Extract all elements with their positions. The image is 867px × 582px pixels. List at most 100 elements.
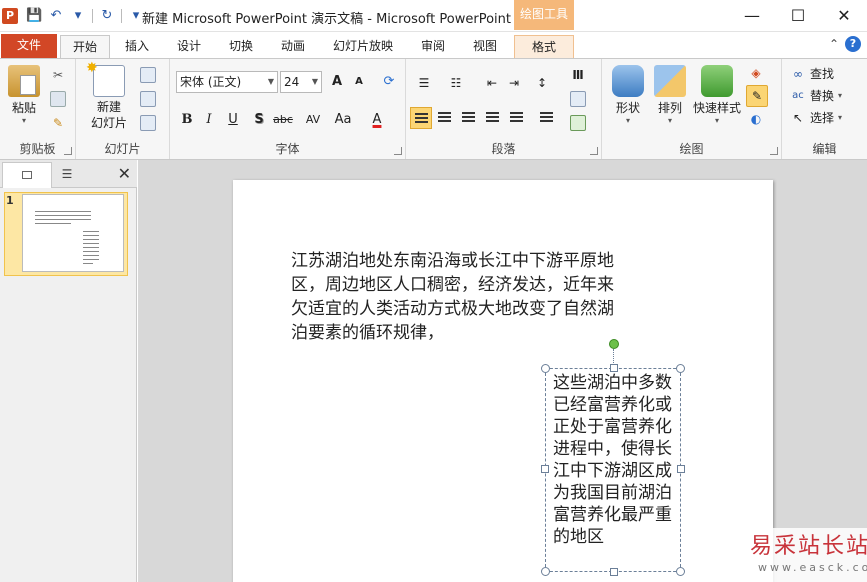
slide-thumbnail[interactable]: [22, 194, 124, 272]
resize-handle-right[interactable]: [677, 465, 685, 473]
rotation-handle[interactable]: [609, 339, 619, 349]
quick-styles-label: 快速样式: [692, 101, 741, 115]
shadow-button[interactable]: S: [248, 109, 270, 131]
text-direction-icon[interactable]: Ⅲ: [570, 67, 586, 83]
save-icon[interactable]: 💾: [26, 8, 42, 24]
tab-home[interactable]: 开始: [60, 35, 110, 58]
replace-label: 替换: [810, 89, 835, 103]
undo-icon[interactable]: ↶: [48, 8, 64, 24]
resize-handle-bottom-right[interactable]: [676, 567, 685, 576]
clipboard-launcher-icon[interactable]: [64, 147, 72, 155]
grow-font-button[interactable]: A: [326, 71, 348, 93]
maximize-button[interactable]: ☐: [775, 0, 821, 32]
resize-handle-top-left[interactable]: [541, 364, 550, 373]
shapes-dropdown-icon: ▾: [625, 116, 630, 125]
replace-button[interactable]: ac 替换 ▾: [790, 87, 842, 104]
section-icon[interactable]: [140, 115, 156, 131]
strikethrough-button[interactable]: abc: [270, 109, 296, 131]
divider: [121, 9, 122, 23]
thumbnail-text-line: [83, 255, 99, 256]
shape-fill-icon[interactable]: ◈: [748, 65, 764, 81]
find-button[interactable]: ∞ 查找: [790, 65, 834, 82]
decrease-indent-icon[interactable]: ⇤: [484, 75, 500, 91]
chevron-down-icon: ▼: [267, 77, 274, 86]
slides-tab-icon: [22, 171, 32, 179]
chevron-down-icon: ▾: [838, 91, 843, 100]
resize-handle-bottom-left[interactable]: [541, 567, 550, 576]
tab-animations[interactable]: 动画: [270, 35, 316, 58]
tab-transitions[interactable]: 切换: [218, 35, 264, 58]
tab-design[interactable]: 设计: [166, 35, 212, 58]
paste-dropdown-icon: ▾: [21, 116, 26, 125]
reset-icon[interactable]: [140, 91, 156, 107]
undo-dropdown-icon[interactable]: ▾: [70, 8, 86, 24]
shrink-font-button[interactable]: A: [348, 71, 370, 93]
shapes-icon: [612, 65, 644, 97]
line-spacing-icon[interactable]: ↕: [534, 75, 550, 91]
editing-group: ∞ 查找 ac 替换 ▾ ↖ 选择 ▾ 编辑: [782, 59, 867, 159]
close-button[interactable]: ✕: [821, 0, 867, 32]
redo-icon[interactable]: ↻: [99, 8, 115, 24]
resize-handle-top-right[interactable]: [676, 364, 685, 373]
arrange-button[interactable]: 排列 ▾: [650, 65, 690, 125]
align-center-button[interactable]: [434, 107, 456, 129]
tab-view[interactable]: 视图: [462, 35, 508, 58]
align-right-button[interactable]: [458, 107, 480, 129]
resize-handle-bottom[interactable]: [610, 568, 618, 576]
distributed-button[interactable]: [506, 107, 528, 129]
change-case-button[interactable]: Aa: [330, 109, 356, 131]
char-spacing-button[interactable]: AV: [300, 109, 326, 131]
italic-button[interactable]: I: [198, 109, 220, 131]
help-icon[interactable]: ?: [845, 36, 861, 52]
main-paragraph[interactable]: 江苏湖泊地处东南沿海或长江中下游平原地区，周边地区人口稠密，经济发达，近年来欠适…: [291, 249, 621, 345]
copy-icon[interactable]: [50, 91, 66, 107]
font-name-select[interactable]: 宋体 (正文) ▼: [176, 71, 278, 93]
close-pane-icon[interactable]: ✕: [118, 164, 131, 183]
paste-button[interactable]: 粘贴 ▾: [6, 65, 42, 125]
font-launcher-icon[interactable]: [394, 147, 402, 155]
chevron-down-icon: ▾: [838, 113, 843, 122]
select-button[interactable]: ↖ 选择 ▾: [790, 109, 842, 126]
selected-textbox[interactable]: 这些湖泊中多数已经富营养化或正处于富营养化进程中，使得长江中下游湖区成为我国目前…: [541, 339, 685, 576]
layout-icon[interactable]: [140, 67, 156, 83]
cut-icon[interactable]: ✂: [50, 67, 66, 83]
powerpoint-app-icon[interactable]: P: [2, 8, 18, 24]
increase-indent-icon[interactable]: ⇥: [506, 75, 522, 91]
smartart-icon[interactable]: [570, 115, 586, 131]
new-slide-button[interactable]: ✸ 新建 幻灯片: [84, 60, 134, 131]
textbox-paragraph[interactable]: 这些湖泊中多数已经富营养化或正处于富营养化进程中，使得长江中下游湖区成为我国目前…: [553, 372, 681, 548]
quick-styles-button[interactable]: 快速样式 ▾: [690, 65, 744, 125]
thumbnail-text-line: [83, 239, 99, 240]
shape-outline-icon[interactable]: ✎: [746, 85, 768, 107]
resize-handle-top[interactable]: [610, 364, 618, 372]
bullets-icon[interactable]: ☰: [416, 75, 432, 91]
tab-review[interactable]: 审阅: [410, 35, 456, 58]
columns-button[interactable]: [536, 107, 558, 129]
tab-outline[interactable]: ☰: [56, 164, 78, 184]
tab-slideshow[interactable]: 幻灯片放映: [326, 35, 400, 58]
shape-effects-icon[interactable]: ◐: [748, 111, 764, 127]
paragraph-launcher-icon[interactable]: [590, 147, 598, 155]
clear-format-icon[interactable]: ⟳: [378, 71, 400, 93]
drawing-launcher-icon[interactable]: [770, 147, 778, 155]
collapse-ribbon-icon[interactable]: ⌃: [829, 37, 839, 51]
format-painter-icon[interactable]: ✎: [50, 115, 66, 131]
align-text-icon[interactable]: [570, 91, 586, 107]
tab-insert[interactable]: 插入: [114, 35, 160, 58]
tab-file[interactable]: 文件: [1, 34, 57, 58]
shapes-button[interactable]: 形状 ▾: [608, 65, 648, 125]
align-left-button[interactable]: [410, 107, 432, 129]
tab-format[interactable]: 格式: [514, 35, 574, 58]
resize-handle-left[interactable]: [541, 465, 549, 473]
thumbnail-text-line: [83, 235, 99, 236]
underline-button[interactable]: U: [222, 109, 244, 131]
minimize-button[interactable]: —: [729, 0, 775, 32]
tab-slides[interactable]: [2, 162, 52, 188]
bold-button[interactable]: B: [176, 109, 198, 131]
font-color-button[interactable]: A: [366, 109, 388, 131]
slides-group: ✸ 新建 幻灯片 幻灯片: [76, 59, 170, 159]
slide-canvas[interactable]: 江苏湖泊地处东南沿海或长江中下游平原地区，周边地区人口稠密，经济发达，近年来欠适…: [233, 180, 773, 582]
justify-button[interactable]: [482, 107, 504, 129]
font-size-select[interactable]: 24 ▼: [280, 71, 322, 93]
numbering-icon[interactable]: ☷: [448, 75, 464, 91]
